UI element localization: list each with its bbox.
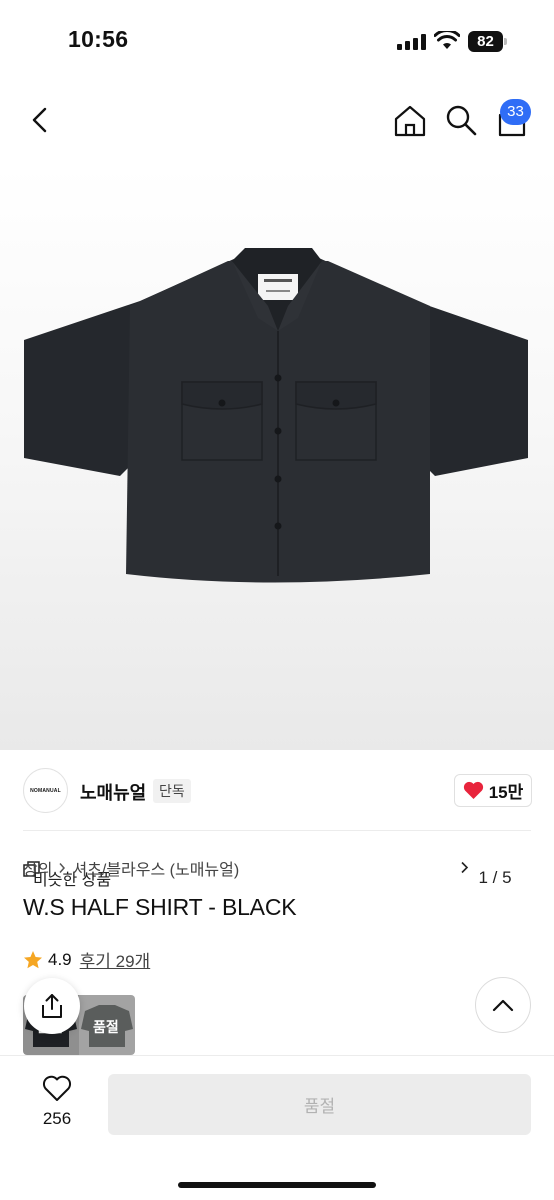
rating-row: 4.9 후기 29개 [23, 947, 150, 972]
chevron-right-icon [461, 861, 469, 874]
review-count-link[interactable]: 후기 29개 [80, 947, 151, 972]
brand-like-count: 15만 [488, 783, 524, 802]
status-bar: 10:56 82 [0, 0, 554, 82]
product-title: W.S HALF SHIRT - BLACK [23, 894, 297, 920]
wishlist-button[interactable]: 256 [33, 1075, 81, 1129]
brand-logo[interactable]: NOMANUAL [23, 768, 68, 813]
shirt-illustration [24, 248, 528, 583]
color-option-thumbnail[interactable]: 품절 [79, 995, 135, 1055]
heart-outline-icon [42, 1075, 72, 1101]
back-icon[interactable] [24, 102, 58, 138]
brand-like-button[interactable]: 15만 [454, 774, 532, 807]
cart-count-badge: 33 [500, 99, 531, 125]
soldout-button-label: 품절 [303, 1097, 336, 1116]
scroll-top-button[interactable] [475, 977, 531, 1033]
rating-score: 4.9 [48, 949, 72, 969]
home-indicator [178, 1182, 376, 1188]
star-icon [24, 950, 42, 968]
soldout-label: 품절 [93, 1019, 119, 1035]
product-image[interactable]: 비슷한 상품 1 / 5 [0, 166, 554, 894]
wifi-icon [434, 31, 460, 49]
soldout-button[interactable]: 품절 [108, 1074, 531, 1135]
breadcrumb-level1[interactable]: 상의 [23, 856, 52, 880]
search-icon[interactable] [444, 103, 478, 137]
image-page-indicator[interactable]: 1 / 5 [460, 861, 530, 894]
chevron-right-icon [59, 863, 66, 873]
exclusive-badge: 단독 [153, 779, 191, 803]
breadcrumb: 상의 셔츠/블라우스 (노매뉴얼) [23, 856, 239, 880]
status-time: 10:56 [68, 26, 129, 52]
home-icon[interactable] [392, 103, 428, 139]
battery-level: 82 [468, 31, 503, 52]
chevron-up-icon [492, 999, 514, 1012]
share-button[interactable] [24, 978, 80, 1034]
brand-name[interactable]: 노매뉴얼 [80, 779, 146, 805]
battery-icon: 82 [468, 31, 508, 52]
heart-icon [463, 781, 483, 799]
wishlist-count: 256 [42, 1109, 72, 1128]
brand-logo-text: NOMANUAL [30, 787, 61, 794]
page-indicator-text: 1 / 5 [478, 867, 512, 887]
breadcrumb-level2[interactable]: 셔츠/블라우스 (노매뉴얼) [72, 856, 239, 880]
divider [23, 830, 531, 831]
share-icon [42, 994, 62, 1018]
signal-icon [397, 34, 427, 50]
